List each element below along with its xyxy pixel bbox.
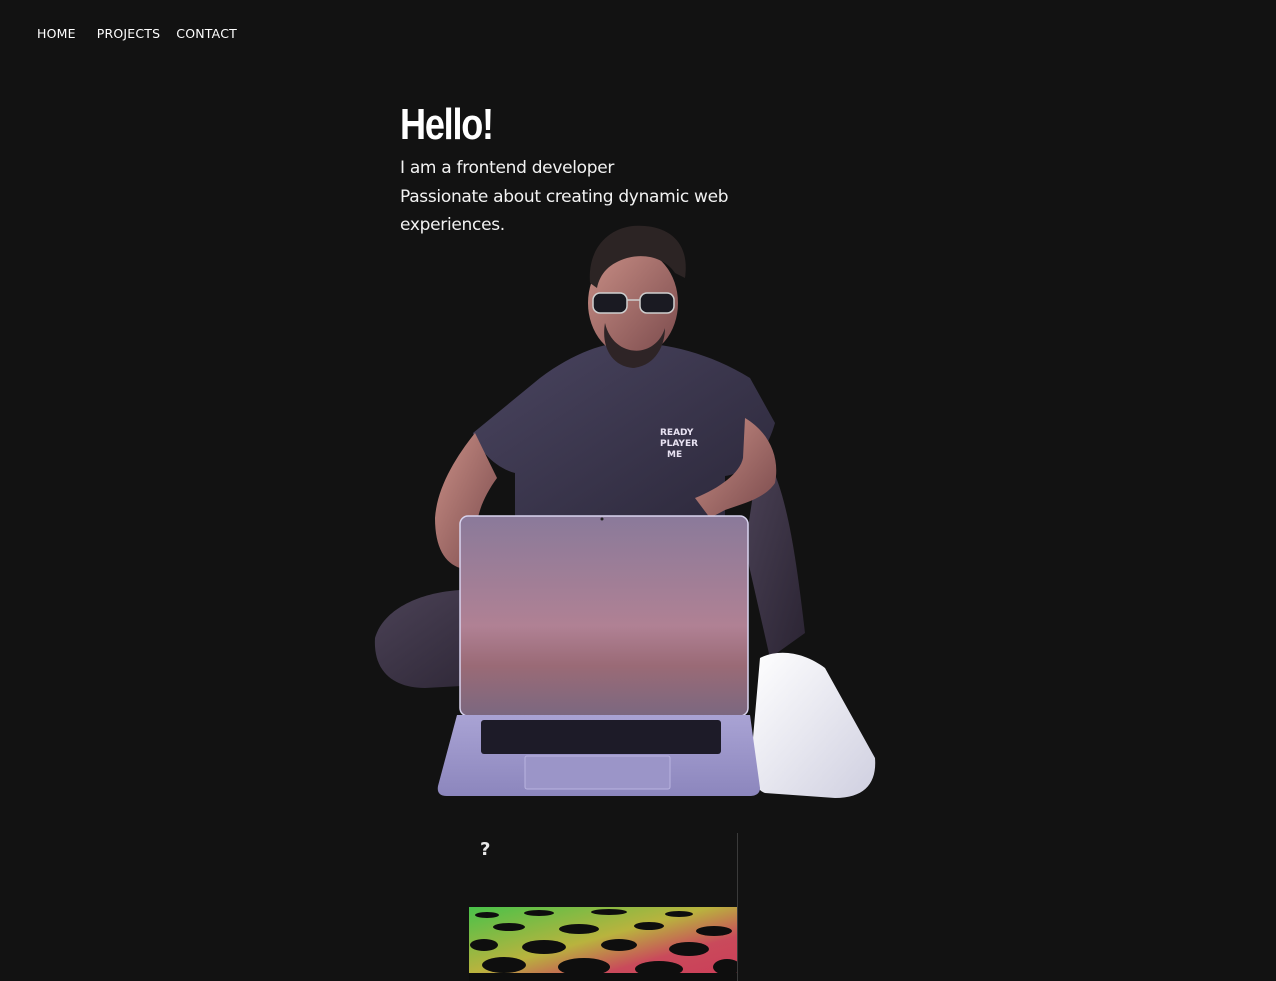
nav-contact-link[interactable]: CONTACT: [176, 24, 237, 43]
avatar-3d-scene[interactable]: READY PLAYER ME: [365, 218, 885, 808]
shirt-logo-line-3: ME: [667, 450, 682, 460]
hero-title: Hello!: [400, 100, 494, 149]
help-icon[interactable]: ?: [480, 839, 490, 860]
hero-line-role: I am a frontend developer: [400, 158, 615, 178]
avatar-illustration: READY PLAYER ME: [374, 225, 876, 798]
shirt-logo-line-1: READY: [660, 428, 694, 438]
nav-home-link[interactable]: HOME: [37, 24, 76, 43]
main-nav: HOME PROJECTS CONTACT: [37, 24, 237, 43]
shirt-logo-line-2: PLAYER: [660, 439, 698, 449]
nav-projects-link[interactable]: PROJECTS: [97, 24, 161, 43]
noise-pattern: [469, 907, 737, 981]
laptop-screen: [459, 515, 749, 717]
canvas-widget[interactable]: ?: [469, 833, 738, 981]
